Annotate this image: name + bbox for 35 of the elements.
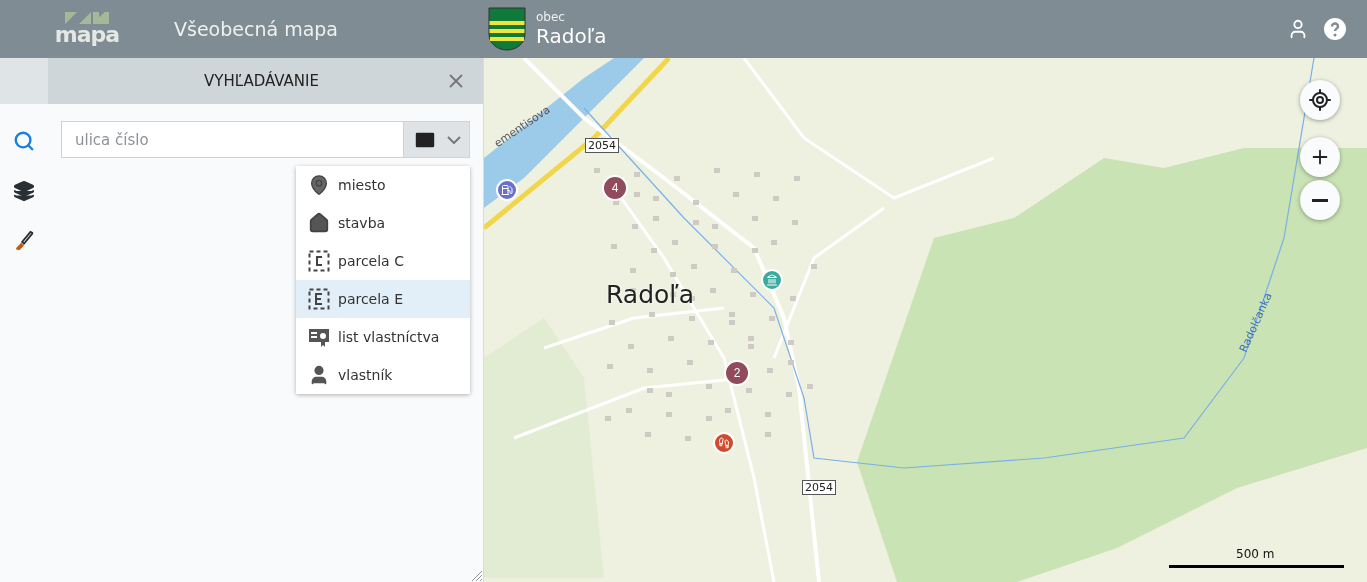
search-tab[interactable] xyxy=(13,130,35,152)
certificate-icon xyxy=(308,326,330,348)
brush-icon xyxy=(13,230,35,252)
town-label: Radoľa xyxy=(606,280,694,309)
resize-handle-icon[interactable] xyxy=(469,568,483,582)
menu-item[interactable]: list vlastníctva xyxy=(296,318,470,356)
menu-item[interactable]: parcela E xyxy=(296,280,470,318)
menu-item[interactable]: parcela C xyxy=(296,242,470,280)
parcel-c-icon xyxy=(308,250,330,272)
minus-icon xyxy=(1312,198,1328,202)
help-icon[interactable] xyxy=(1323,17,1347,41)
logo-text: mapa xyxy=(54,24,120,46)
layers-icon xyxy=(13,180,35,202)
house-icon xyxy=(308,212,330,234)
menu-item[interactable]: miesto xyxy=(296,166,470,204)
search-type-dropdown[interactable] xyxy=(403,121,470,158)
road-number-sign: 2054 xyxy=(802,480,836,495)
municipality-name: Radoľa xyxy=(536,24,607,48)
tools-tab[interactable] xyxy=(13,230,35,252)
panel-title: VYHĽADÁVANIE xyxy=(203,72,320,90)
municipality-label: obec xyxy=(536,10,566,24)
pin-icon xyxy=(308,174,330,196)
logo-mark-icon xyxy=(65,12,109,24)
menu-item[interactable]: stavba xyxy=(296,204,470,242)
search-field[interactable]: ulica číslo xyxy=(61,121,403,158)
layers-tab[interactable] xyxy=(13,180,35,202)
scale-label: 500 m xyxy=(1236,547,1275,561)
chevron-down-icon xyxy=(446,135,461,144)
app-title: Všeobecná mapa xyxy=(174,18,339,40)
menu-item[interactable]: vlastník xyxy=(296,356,470,394)
road-number-sign: 2054 xyxy=(585,138,619,153)
search-icon xyxy=(13,130,35,152)
coat-of-arms-icon xyxy=(488,7,526,51)
crosshair-icon xyxy=(1308,88,1332,112)
parcel-e-icon xyxy=(308,288,330,310)
